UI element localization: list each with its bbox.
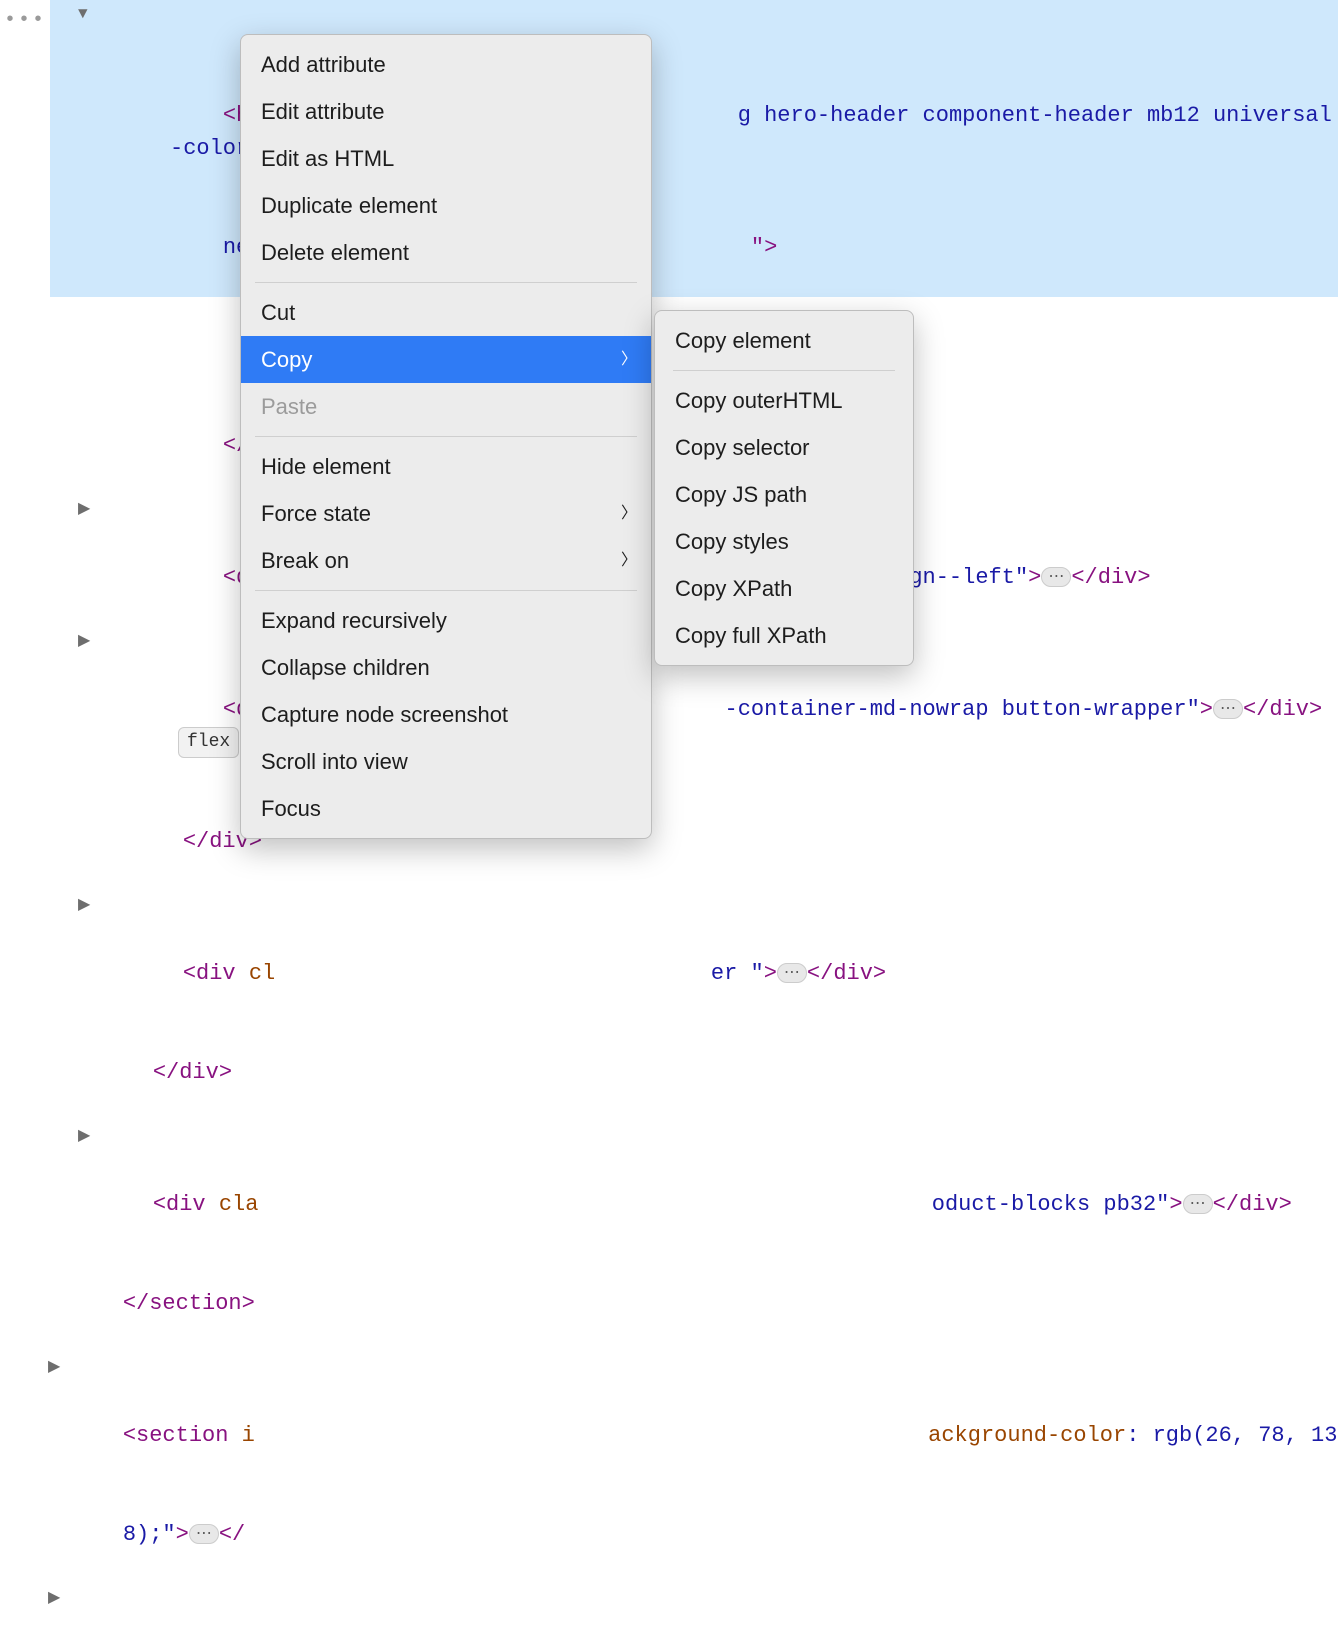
menu-copy[interactable]: Copy〉 <box>241 336 651 383</box>
submenu-copy-js-path[interactable]: Copy JS path <box>655 471 913 518</box>
collapse-toggle-icon[interactable]: ▶ <box>78 497 96 515</box>
submenu-copy-full-xpath[interactable]: Copy full XPath <box>655 612 913 659</box>
menu-separator <box>255 282 637 283</box>
chevron-right-icon: 〉 <box>621 502 637 526</box>
collapse-toggle-icon[interactable]: ▶ <box>48 1355 66 1373</box>
menu-scroll-into-view[interactable]: Scroll into view <box>241 738 651 785</box>
dom-node-section-close[interactable]: </section> <box>50 1254 1338 1353</box>
chevron-right-icon: 〉 <box>621 348 637 372</box>
dom-node-div[interactable]: ▶ <div clXXXXXXXXXXXXXXXXXXXXXXXXXXXXXXX… <box>50 891 1338 1023</box>
submenu-copy-outerhtml[interactable]: Copy outerHTML <box>655 377 913 424</box>
submenu-copy-styles[interactable]: Copy styles <box>655 518 913 565</box>
dom-tree[interactable]: ••• ▼ <h1 clXXXXXXXXXXXXXXXXXXXXXXXXXXXX… <box>0 0 1338 1628</box>
menu-capture-screenshot[interactable]: Capture node screenshot <box>241 691 651 738</box>
dom-node-section[interactable]: ▶ <section iXXXXXXXXXXXXXXXXXXXXXXXXXXXX… <box>50 1353 1338 1485</box>
expand-toggle-icon[interactable]: ▼ <box>78 2 96 20</box>
collapse-toggle-icon[interactable]: ▶ <box>78 629 96 647</box>
submenu-copy-xpath[interactable]: Copy XPath <box>655 565 913 612</box>
submenu-copy-selector[interactable]: Copy selector <box>655 424 913 471</box>
context-menu: Add attribute Edit attribute Edit as HTM… <box>240 34 652 839</box>
chevron-right-icon: 〉 <box>621 549 637 573</box>
copy-submenu: Copy element Copy outerHTML Copy selecto… <box>654 310 914 666</box>
menu-delete-element[interactable]: Delete element <box>241 229 651 276</box>
menu-paste: Paste <box>241 383 651 430</box>
menu-focus[interactable]: Focus <box>241 785 651 832</box>
ellipsis-icon[interactable]: ⋯ <box>189 1524 219 1544</box>
dom-node-section[interactable]: ▶ <section iXXXXXXXXXXXXXXXXXXXXXXXXXXXX… <box>50 1584 1338 1628</box>
menu-break-on[interactable]: Break on〉 <box>241 537 651 584</box>
menu-duplicate-element[interactable]: Duplicate element <box>241 182 651 229</box>
menu-collapse-children[interactable]: Collapse children <box>241 644 651 691</box>
menu-edit-as-html[interactable]: Edit as HTML <box>241 135 651 182</box>
ellipsis-icon[interactable]: ⋯ <box>1183 1194 1213 1214</box>
menu-separator <box>255 436 637 437</box>
more-icon[interactable]: ••• <box>4 6 46 36</box>
ellipsis-icon[interactable]: ⋯ <box>1213 699 1243 719</box>
menu-force-state[interactable]: Force state〉 <box>241 490 651 537</box>
dom-node-div-close[interactable]: </div> <box>50 1023 1338 1122</box>
dom-node-div[interactable]: ▶ <div claXXXXXXXXXXXXXXXXXXXXXXXXXXXXXX… <box>50 1122 1338 1254</box>
menu-edit-attribute[interactable]: Edit attribute <box>241 88 651 135</box>
submenu-copy-element[interactable]: Copy element <box>655 317 913 364</box>
menu-separator <box>255 590 637 591</box>
ellipsis-icon[interactable]: ⋯ <box>1041 567 1071 587</box>
dom-node-section-cont[interactable]: 8);">⋯</ <box>50 1485 1338 1584</box>
collapse-toggle-icon[interactable]: ▶ <box>48 1586 66 1604</box>
menu-expand-recursively[interactable]: Expand recursively <box>241 597 651 644</box>
collapse-toggle-icon[interactable]: ▶ <box>78 1124 96 1142</box>
menu-add-attribute[interactable]: Add attribute <box>241 41 651 88</box>
collapse-toggle-icon[interactable]: ▶ <box>78 893 96 911</box>
ellipsis-icon[interactable]: ⋯ <box>777 963 807 983</box>
menu-hide-element[interactable]: Hide element <box>241 443 651 490</box>
flex-badge[interactable]: flex <box>178 727 239 758</box>
menu-cut[interactable]: Cut <box>241 289 651 336</box>
menu-separator <box>673 370 895 371</box>
